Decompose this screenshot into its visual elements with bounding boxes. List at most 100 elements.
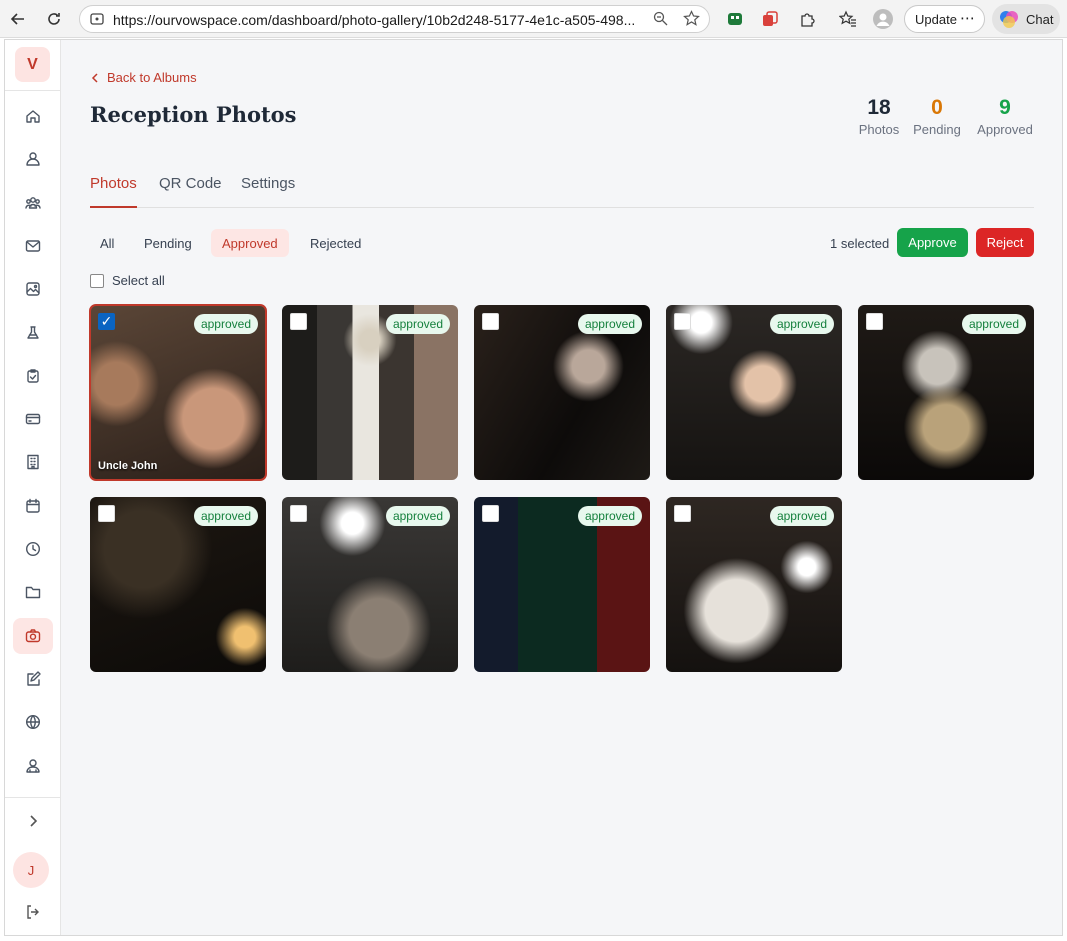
photo-card[interactable]: approved [666,305,842,480]
stat-approved-value: 9 [999,96,1011,119]
status-badge: approved [577,314,642,334]
clock-icon [25,541,41,557]
mail-icon [25,240,41,252]
photo-card[interactable]: approved [474,497,650,672]
status-badge: approved [577,506,642,526]
photo-checkbox[interactable] [290,313,307,330]
status-badge: approved [385,506,450,526]
sidebar-item-users[interactable] [13,185,53,221]
photo-card[interactable]: approved [282,305,458,480]
stat-approved: 9 Approved [973,95,1037,137]
user-icon [26,152,40,166]
approve-button[interactable]: Approve [897,228,968,257]
stat-pending-value: 0 [931,96,943,119]
app-logo[interactable]: V [15,47,50,82]
app-window: V J Back to Albums Reception Photos 18 P… [4,39,1063,936]
chevron-left-icon [91,72,98,83]
browser-toolbar: https://ourvowspace.com/dashboard/photo-… [0,0,1067,38]
photo-checkbox[interactable] [674,505,691,522]
extensions-puzzle-icon[interactable] [796,7,820,31]
copilot-chat-button[interactable]: Chat [992,4,1060,34]
photo-card[interactable]: ✓ approved Uncle John [89,304,267,481]
select-all-checkbox[interactable] [90,273,104,288]
sidebar-item-user[interactable] [13,141,53,177]
tab-photos[interactable]: Photos [90,175,137,208]
users-icon [25,196,41,209]
photo-checkbox[interactable] [290,505,307,522]
sidebar-item-home[interactable] [13,98,53,134]
sidebar-item-clock[interactable] [13,531,53,567]
photo-checkbox[interactable] [98,505,115,522]
sidebar-item-calendar[interactable] [13,488,53,524]
photo-card[interactable]: approved [666,497,842,672]
back-arrow-icon[interactable] [6,7,30,31]
photo-card[interactable]: approved [858,305,1034,480]
building-icon [27,455,39,470]
reject-button[interactable]: Reject [976,228,1034,257]
address-bar[interactable]: https://ourvowspace.com/dashboard/photo-… [79,5,710,33]
selected-count: 1 selected [830,236,890,251]
stat-approved-label: Approved [977,122,1033,137]
sidebar-divider [5,797,60,798]
sidebar-item-card[interactable] [13,401,53,437]
logout-button[interactable] [13,894,53,930]
logout-icon [27,905,39,919]
zoom-icon[interactable] [653,11,668,31]
photo-card[interactable]: approved [282,497,458,672]
sidebar: V J [5,40,61,935]
globe-icon [25,715,41,730]
clipboard-check-icon [27,369,39,383]
sidebar-item-edit[interactable] [13,661,53,697]
sidebar-item-mail[interactable] [13,228,53,264]
contacts-icon [26,758,40,773]
user-avatar[interactable]: J [13,852,49,888]
update-button[interactable]: Update ⋯ [904,5,985,33]
sidebar-item-image[interactable] [13,271,53,307]
site-info-icon[interactable] [90,12,104,31]
sidebar-item-globe[interactable] [13,704,53,740]
more-menu-icon[interactable]: ⋯ [960,9,975,27]
expand-sidebar-button[interactable] [13,803,53,839]
main-content: Back to Albums Reception Photos 18 Photo… [61,40,1062,935]
photo-checkbox[interactable] [482,505,499,522]
sidebar-item-contacts[interactable] [13,748,53,784]
stat-photos: 18 Photos [853,95,905,137]
favorite-star-icon[interactable] [683,10,700,32]
photo-card[interactable]: approved [474,305,650,480]
back-to-albums-link[interactable]: Back to Albums [91,70,197,85]
extension-copy-icon[interactable] [758,7,782,31]
photo-checkbox[interactable] [482,313,499,330]
stat-pending: 0 Pending [910,95,964,137]
extension-robot-icon[interactable] [723,7,747,31]
profile-icon[interactable] [871,7,895,31]
filter-all[interactable]: All [89,229,125,257]
sidebar-item-camera[interactable] [13,617,53,654]
filter-pending[interactable]: Pending [133,229,203,257]
update-label: Update [915,11,957,27]
filter-rejected[interactable]: Rejected [299,229,372,257]
status-badge: approved [193,314,258,334]
stat-photos-value: 18 [867,96,891,119]
sidebar-item-flask[interactable] [13,315,53,351]
favorites-icon[interactable] [836,7,860,31]
select-all[interactable]: Select all [90,273,165,288]
photo-checkbox[interactable] [674,313,691,330]
stat-pending-label: Pending [913,122,961,137]
tab-qr-code[interactable]: QR Code [159,175,222,208]
calendar-icon [26,498,40,513]
photo-checkbox[interactable]: ✓ [98,313,115,330]
status-badge: approved [769,506,834,526]
status-badge: approved [961,314,1026,334]
image-icon [26,282,40,296]
card-icon [25,413,41,425]
refresh-icon[interactable] [42,7,66,31]
chat-label: Chat [1026,11,1054,27]
sidebar-item-clipboard-check[interactable] [13,358,53,394]
filter-approved[interactable]: Approved [211,229,289,257]
sidebar-item-folder[interactable] [13,574,53,610]
photo-card[interactable]: approved [90,497,266,672]
status-badge: approved [385,314,450,334]
photo-checkbox[interactable] [866,313,883,330]
tab-settings[interactable]: Settings [241,175,295,208]
sidebar-item-building[interactable] [13,444,53,480]
